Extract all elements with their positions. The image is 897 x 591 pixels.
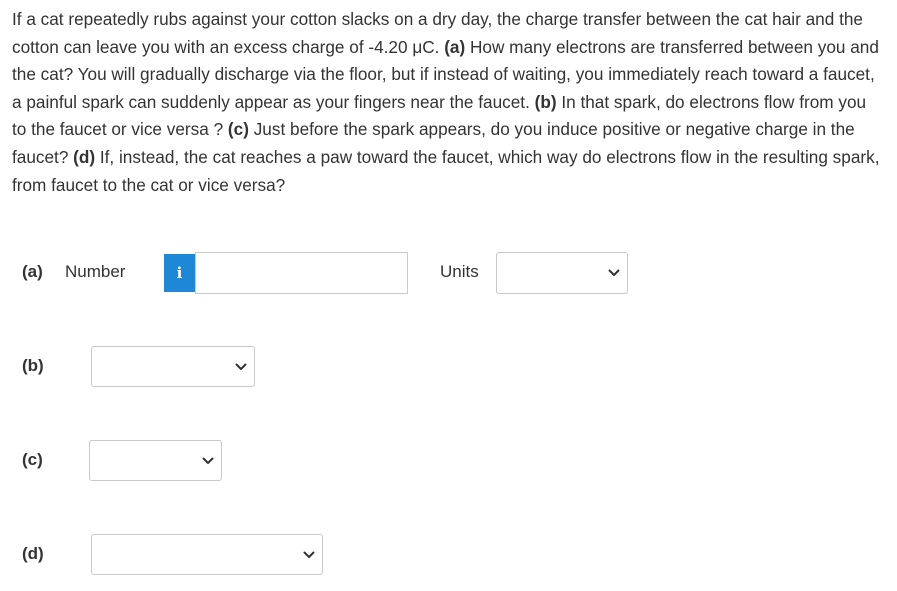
part-d-text: If, instead, the cat reaches a paw towar…	[12, 146, 880, 195]
info-button[interactable]: i	[164, 254, 195, 292]
units-select[interactable]	[496, 252, 628, 294]
question-text: If a cat repeatedly rubs against your co…	[12, 6, 882, 199]
answer-b-label: (b)	[22, 356, 44, 375]
answer-b-select[interactable]	[91, 346, 255, 387]
chevron-down-icon	[303, 551, 315, 558]
answer-a-label: (a)	[22, 262, 43, 281]
question-page: If a cat repeatedly rubs against your co…	[0, 0, 897, 591]
answer-d-label: (d)	[22, 544, 44, 563]
part-c-label: (c)	[227, 119, 249, 140]
chevron-down-icon	[202, 457, 214, 464]
part-b-label: (b)	[534, 91, 557, 112]
chevron-down-icon	[608, 269, 620, 276]
answer-c-label: (c)	[22, 450, 43, 469]
part-a-label: (a)	[444, 36, 466, 57]
answer-d-select[interactable]	[91, 534, 323, 575]
number-input[interactable]	[195, 252, 408, 294]
chevron-down-icon	[235, 363, 247, 370]
part-d-label: (d)	[73, 146, 96, 167]
number-label: Number	[65, 262, 126, 281]
info-icon: i	[176, 264, 183, 282]
answer-c-select[interactable]	[89, 440, 222, 481]
units-label: Units	[440, 262, 479, 281]
